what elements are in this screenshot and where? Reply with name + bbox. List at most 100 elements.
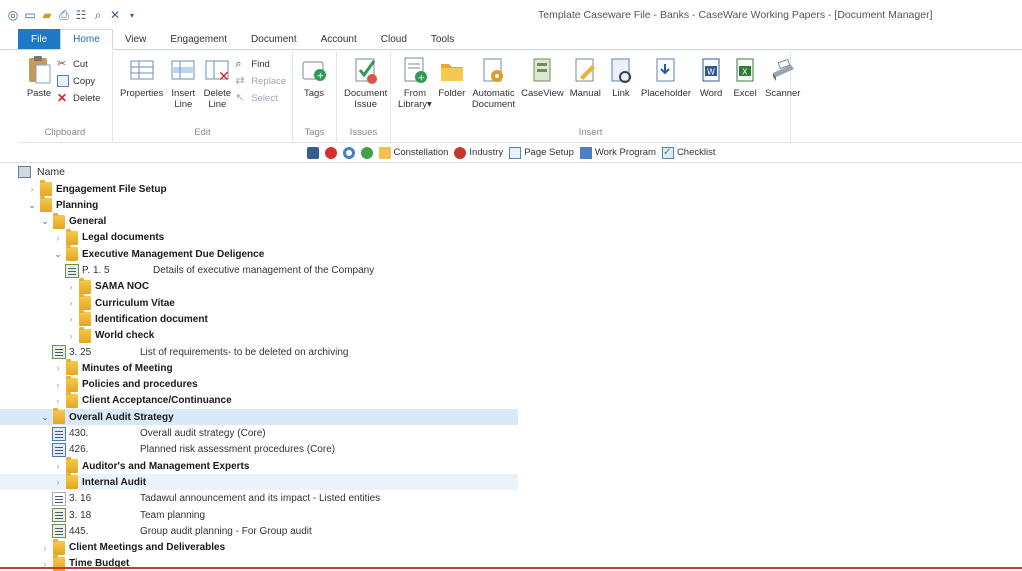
svg-text:+: + [417,74,425,84]
open-icon[interactable]: ▰ [40,8,54,22]
excel-button[interactable]: X Excel [729,55,761,99]
page-setup-icon [509,146,522,159]
tree-folder-row[interactable]: › Policies and procedures [0,375,198,393]
chevron-right-icon[interactable]: › [52,233,64,243]
checklist-button[interactable]: ✓ Checklist [661,146,715,159]
tree-document-row[interactable]: 3. 18 Team planning [0,507,205,523]
tree-folder-row[interactable]: › Client Acceptance/Continuance [0,391,232,409]
tab-document[interactable]: Document [239,29,309,49]
tree-folder-row[interactable]: ⌄ Planning [0,196,98,213]
tree-folder-row[interactable]: › Minutes of Meeting [0,359,173,376]
word-button[interactable]: W Word [695,55,727,99]
chevron-right-icon[interactable]: › [52,380,64,390]
chevron-down-icon[interactable]: ⌄ [26,200,38,211]
link-icon [607,55,635,85]
chevron-right-icon[interactable]: › [65,282,77,292]
work-program-button[interactable]: Work Program [579,146,656,159]
properties-button[interactable]: Properties [118,55,165,99]
tree-folder-row[interactable]: ⌄ Overall Audit Strategy [0,408,518,426]
tree-folder-row[interactable]: › World check [0,326,154,344]
chevron-right-icon[interactable]: › [52,477,64,487]
tab-account[interactable]: Account [309,29,369,49]
tree-document-row[interactable]: P. 1. 5 Details of executive management o… [0,263,374,279]
tab-view[interactable]: View [113,29,159,49]
tags-group: + Tags Tags [293,51,337,143]
replace-button[interactable]: ⇄ Replace [235,74,286,88]
industry-button[interactable]: Industry [454,146,503,159]
tree-document-row[interactable]: 426. Planned risk assessment procedures (… [0,442,335,458]
paste-button[interactable]: Paste [23,55,55,99]
blue-status-icon[interactable] [342,146,355,159]
document-icon [52,524,66,539]
folder-label: Identification document [95,313,208,325]
select-button[interactable]: ↖ Select [235,91,286,105]
tab-cloud[interactable]: Cloud [369,29,419,49]
close-x-icon[interactable]: ✕ [108,8,122,22]
tab-file[interactable]: File [18,29,61,49]
folder-button[interactable]: Folder [436,55,468,99]
chevron-right-icon[interactable]: › [65,331,77,341]
tree-folder-row[interactable]: › SAMA NOC [0,277,149,295]
copy-button[interactable]: Copy [57,74,100,88]
folder-icon [66,391,78,408]
chevron-right-icon[interactable]: › [26,184,38,194]
document-number: 445. [69,525,89,537]
scanner-button[interactable]: Scanner [763,55,802,99]
page-setup-button[interactable]: Page Setup [509,146,574,159]
chevron-right-icon[interactable]: › [65,298,77,308]
tree-folder-row[interactable]: › Client Meetings and Deliverables [0,538,225,556]
tree-folder-row[interactable]: ⌄ General [0,212,106,230]
chevron-right-icon[interactable]: › [52,461,64,471]
save-icon[interactable]: ▭ [23,8,37,22]
tree-folder-row[interactable]: › Internal Audit [0,473,518,491]
tree-document-row[interactable]: 3. 16 Tadawul announcement and its impact… [0,491,380,507]
chevron-down-icon[interactable]: ⌄ [39,412,51,423]
manual-button[interactable]: Manual [568,55,603,99]
tab-tools[interactable]: Tools [419,29,466,49]
tree-folder-row[interactable]: › Legal documents [0,228,164,246]
tab-home[interactable]: Home [60,29,113,50]
automatic-document-button[interactable]: Automatic Document [470,55,517,110]
find-button[interactable]: ⌕ Find [235,57,286,71]
tree-document-row[interactable]: 430. Overall audit strategy (Core) [0,426,266,442]
green-status-icon[interactable] [360,146,373,159]
chevron-right-icon[interactable]: › [52,363,64,373]
document-issue-button[interactable]: Document Issue [342,55,389,110]
chevron-right-icon[interactable]: › [65,314,77,324]
chevron-right-icon[interactable]: › [52,396,64,406]
tree-folder-row[interactable]: ⌄ Executive Management Due Deligence [0,245,264,262]
tree-document-row[interactable]: 445. Group audit planning - For Group aud… [0,523,312,539]
chevron-down-icon[interactable]: ⌄ [39,216,51,227]
placeholder-button[interactable]: Placeholder [639,55,693,99]
link-button[interactable]: Link [605,55,637,99]
document-icon [52,491,66,506]
tree-folder-row[interactable]: › Curriculum Vitae [0,294,175,311]
delete-button[interactable]: ✕ Delete [57,91,100,105]
ribbon: Paste ✂ Cut Copy ✕ Delete Clipboard Proper… [18,51,1022,143]
document-number: P. 1. 5 [82,265,110,276]
cut-button[interactable]: ✂ Cut [57,57,100,71]
dropdown-icon[interactable]: ▾ [125,8,139,22]
from-library-button[interactable]: + From Library▾ [396,55,434,110]
properties-icon[interactable]: ☷ [74,8,88,22]
tree-folder-row[interactable]: › Auditor's and Management Experts [0,457,249,474]
tree-folder-row[interactable]: › Identification document [0,310,208,327]
name-column-header[interactable]: Name [37,166,65,178]
caseview-button[interactable]: CaseView [519,55,566,99]
document-title: Overall audit strategy (Core) [140,428,266,439]
tree-folder-row[interactable]: › Engagement File Setup [0,180,167,197]
tree-document-row[interactable]: 3. 25 List of requirements- to be deleted… [0,344,348,360]
constellation-button[interactable]: Constellation [378,146,448,159]
print-icon[interactable]: ⎙ [57,8,71,22]
tab-engagement[interactable]: Engagement [158,29,239,49]
filter-all-icon[interactable] [306,146,319,159]
chevron-down-icon[interactable]: ⌄ [52,249,64,260]
chevron-right-icon[interactable]: › [39,543,51,553]
red-status-icon[interactable] [324,146,337,159]
document-icon [52,426,66,441]
insert-line-button[interactable]: Insert Line [167,55,199,110]
app-icon[interactable]: ◎ [6,8,20,22]
tags-button[interactable]: + Tags [298,55,330,99]
preview-icon[interactable]: ⌕ [91,8,105,22]
delete-line-button[interactable]: ✕ Delete Line [201,55,233,110]
